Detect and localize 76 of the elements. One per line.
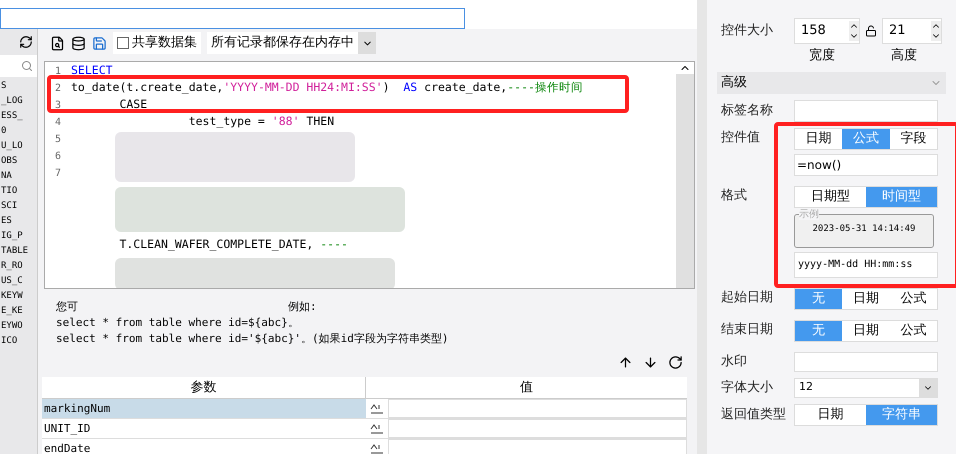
watermark-field[interactable] (794, 352, 938, 372)
table-list-item[interactable]: KEYW (1, 289, 37, 304)
hint-text: select * from table where id=${abc}。 (56, 315, 300, 331)
line-number: 3 (55, 100, 62, 111)
table-list-item[interactable]: OBS (1, 154, 37, 169)
value-field[interactable] (388, 419, 687, 438)
table-list-item[interactable]: S (1, 79, 37, 94)
property-label: 控件值 (721, 128, 761, 146)
move-up-icon[interactable] (618, 355, 633, 370)
property-label: 返回值类型 (721, 406, 787, 424)
height-field[interactable]: 21 (882, 18, 942, 44)
storage-select[interactable]: 所有记录都保存在内存中 (207, 32, 376, 54)
param-row[interactable]: endDate (42, 439, 687, 454)
code-line: T.CLEAN_WAFER_COMPLETE_DATE, ---- (118, 236, 348, 253)
code-line: SELECT (71, 62, 113, 79)
refresh-icon[interactable] (19, 35, 33, 49)
save-icon[interactable] (92, 36, 107, 50)
formula-field[interactable]: =now() (794, 154, 938, 176)
font-size-select[interactable]: 12 (794, 378, 938, 398)
property-label: 控件大小 (721, 22, 774, 40)
param-row[interactable]: UNIT_ID (42, 419, 687, 439)
table-list-item[interactable]: TABLE (1, 244, 37, 259)
code-line: CASE (118, 96, 148, 113)
table-cell: markingNum (42, 399, 366, 418)
hint-text: 例如: (288, 299, 317, 315)
line-number: 2 (55, 83, 62, 94)
height-label: 高度 (891, 47, 917, 65)
preview-icon[interactable] (50, 36, 65, 50)
property-label: 水印 (721, 352, 748, 371)
table-list-item[interactable]: ESS_ (1, 109, 37, 124)
search-icon[interactable] (21, 60, 33, 72)
table-list-item[interactable]: E_KE (1, 304, 37, 319)
property-label: 格式 (721, 186, 748, 204)
code-line: test_type = '88' THEN (188, 113, 334, 130)
section-title: 高级 (721, 74, 747, 92)
table-list-item[interactable]: EYWO (1, 319, 37, 334)
line-number: 4 (55, 117, 62, 128)
tag-name-field[interactable] (794, 100, 938, 122)
property-label: 标签名称 (721, 102, 774, 120)
name-field[interactable] (0, 8, 465, 29)
width-label: 宽度 (809, 47, 835, 65)
param-row[interactable]: markingNum (42, 399, 687, 419)
line-number: 7 (55, 168, 62, 179)
hint-text: select * from table where id='${abc}'。(如果id字段为字符串类型) (56, 331, 450, 347)
value-field[interactable] (388, 439, 687, 454)
table-list-item[interactable]: TIO (1, 184, 37, 199)
line-number: 6 (55, 151, 62, 162)
width-field[interactable]: 158 (794, 18, 860, 44)
table-list-item[interactable]: US_C (1, 274, 37, 289)
table-list-item[interactable]: U_LO (1, 139, 37, 154)
code-line: to_date(t.create_date,'YYYY-MM-DD HH24:MI:SS') AS create_date,----操作时间 (71, 79, 583, 96)
line-number: 5 (55, 134, 62, 145)
move-down-icon[interactable] (643, 355, 658, 370)
example-value: 2023-05-31 14:14:49 (812, 222, 916, 236)
property-label: 结束日期 (721, 320, 774, 338)
value-field[interactable] (388, 399, 687, 418)
table-list-item[interactable]: R_RO (1, 259, 37, 274)
pattern-field[interactable]: yyyy-MM-dd HH:mm:ss (794, 252, 938, 278)
column-header: 值 (519, 379, 534, 397)
table-list-item[interactable]: ICO (1, 334, 37, 349)
share-dataset-checkbox[interactable]: 共享数据集 (113, 32, 201, 54)
table-list-item[interactable]: SCI (1, 199, 37, 214)
table-list-item[interactable]: _LOG (1, 94, 37, 109)
example-title: 示例 (799, 210, 819, 220)
property-label: 字体大小 (721, 378, 774, 397)
hint-text: 您可 (56, 299, 78, 315)
table-list-item[interactable]: 0 (1, 124, 37, 139)
section-header[interactable]: 高级 (717, 72, 946, 94)
table-list-item[interactable]: ES (1, 214, 37, 229)
line-number: 1 (55, 66, 62, 77)
property-label: 起始日期 (721, 288, 774, 306)
table-list-item[interactable]: IG_P (1, 229, 37, 244)
table-list-item[interactable]: NA (1, 169, 37, 184)
refresh-icon[interactable] (668, 355, 683, 370)
column-header: 参数 (42, 377, 366, 398)
lock-icon[interactable] (865, 25, 877, 37)
